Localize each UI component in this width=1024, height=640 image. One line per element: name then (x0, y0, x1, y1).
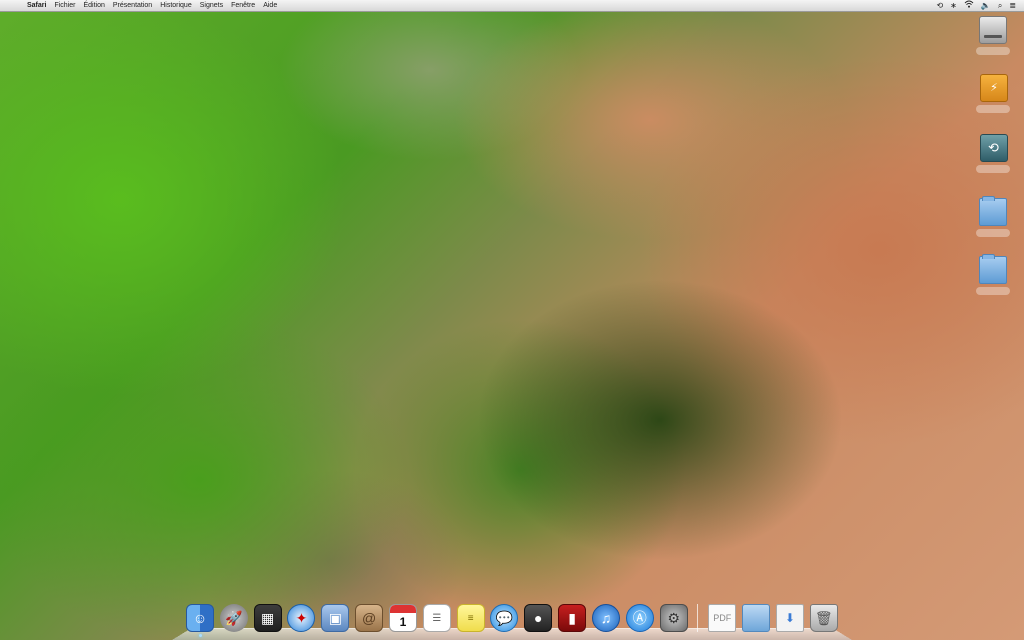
trash-glyph: 🗑 (814, 609, 833, 626)
downloads-glyph: ⬇ (784, 611, 795, 625)
desktop-icon-hard-drive[interactable] (976, 16, 1010, 55)
dock-applications-folder-icon[interactable] (742, 604, 771, 632)
dock-reminders-icon[interactable]: ☰ (422, 604, 451, 632)
preview-glyph: ▣ (328, 609, 342, 626)
app-store-glyph: Ⓐ (632, 610, 647, 626)
dock-downloads-icon[interactable]: ⬇ (775, 604, 804, 632)
hard-drive-icon (979, 16, 1007, 44)
dock-stickies-icon[interactable]: ≡ (456, 604, 485, 632)
menu-item-help[interactable]: Aide (263, 0, 277, 11)
folder-icon (979, 254, 1007, 284)
wifi-icon[interactable] (964, 0, 974, 11)
dock-calendar-icon[interactable]: 1 (388, 604, 417, 632)
firewire-drive-icon: ⚡ (980, 74, 1008, 102)
contacts-glyph: @ (362, 610, 377, 626)
messages-glyph: 💬 (495, 609, 514, 626)
menu-item-window[interactable]: Fenêtre (231, 0, 255, 11)
dock-system-preferences-icon[interactable]: ⚙ (659, 604, 688, 632)
menu-item-edit[interactable]: Édition (83, 0, 104, 11)
calendar-day: 1 (399, 615, 407, 629)
desktop-icon-folder-1[interactable] (976, 194, 1010, 237)
dock-preview-icon[interactable]: ▣ (321, 604, 350, 632)
spotlight-icon[interactable]: ⌕ (998, 0, 1002, 11)
desktop-icon-label (976, 287, 1010, 295)
menu-item-bookmarks[interactable]: Signets (200, 0, 223, 11)
dock-trash-icon[interactable]: 🗑 (809, 604, 838, 632)
desktop-icon-folder-2[interactable] (976, 252, 1010, 295)
time-machine-status-icon[interactable]: ⟲ (936, 0, 943, 11)
notification-center-icon[interactable]: ≣ (1009, 0, 1016, 11)
stickies-glyph: ≡ (467, 612, 474, 624)
desktop-icon-label (976, 229, 1010, 237)
dock-finder-icon[interactable]: ☺ (186, 604, 214, 637)
running-indicator (198, 634, 202, 637)
launchpad-glyph: 🚀 (225, 609, 243, 626)
itunes-glyph: ♫ (600, 610, 612, 626)
folder-icon (979, 196, 1007, 226)
wifi-glyph (964, 0, 974, 8)
document-glyph: PDF (713, 613, 732, 623)
bluetooth-status-icon[interactable]: ∗ (950, 0, 957, 11)
dock-facetime-icon[interactable]: ● (524, 604, 553, 632)
dock-document-icon[interactable]: PDF (708, 604, 737, 632)
dock-mission-control-icon[interactable]: ▦ (253, 604, 282, 632)
desktop-icon-label (976, 47, 1010, 55)
dock: ☺ 🚀 ▦ ✦ ▣ @ 1 ☰ ≡ 💬 ● ▮ ♫ Ⓐ ⚙ PDF ⬇ 🗑 (172, 598, 852, 640)
time-machine-icon: ⟲ (979, 134, 1008, 162)
safari-glyph: ✦ (295, 609, 308, 626)
volume-icon[interactable]: 🔈 (981, 0, 991, 11)
reminders-glyph: ☰ (432, 612, 442, 624)
mission-control-glyph: ▦ (261, 609, 275, 626)
desktop-icon-time-machine[interactable]: ⟲ (976, 134, 1010, 173)
dock-messages-icon[interactable]: 💬 (490, 604, 519, 632)
menu-item-app[interactable]: Safari (27, 0, 46, 11)
desktop[interactable]: Safari Fichier Édition Présentation Hist… (0, 0, 1024, 640)
dock-icons: ☺ 🚀 ▦ ✦ ▣ @ 1 ☰ ≡ 💬 ● ▮ ♫ Ⓐ ⚙ PDF ⬇ 🗑 (186, 604, 838, 637)
apple-menu-icon[interactable] (9, 1, 17, 10)
menu-bar: Safari Fichier Édition Présentation Hist… (0, 0, 1024, 12)
status-area: ⟲ ∗ 🔈 ⌕ ≣ (936, 0, 1024, 11)
menu-item-file[interactable]: Fichier (54, 0, 75, 11)
photo-booth-glyph: ▮ (568, 609, 576, 626)
dock-separator (697, 604, 699, 632)
menu-item-view[interactable]: Présentation (113, 0, 152, 11)
dock-launchpad-icon[interactable]: 🚀 (219, 604, 248, 632)
dock-photo-booth-icon[interactable]: ▮ (558, 604, 587, 632)
desktop-icon-firewire-drive[interactable]: ⚡ (976, 74, 1010, 113)
dock-safari-icon[interactable]: ✦ (287, 604, 316, 632)
calendar-header (389, 605, 416, 613)
system-preferences-glyph: ⚙ (667, 609, 680, 626)
dock-itunes-icon[interactable]: ♫ (591, 604, 620, 632)
desktop-icon-label (976, 105, 1010, 113)
desktop-icon-label (976, 165, 1010, 173)
dock-contacts-icon[interactable]: @ (355, 604, 384, 632)
dock-app-store-icon[interactable]: Ⓐ (625, 604, 654, 632)
facetime-glyph: ● (534, 610, 543, 626)
finder-glyph: ☺ (192, 610, 208, 626)
menu-item-history[interactable]: Historique (160, 0, 192, 11)
